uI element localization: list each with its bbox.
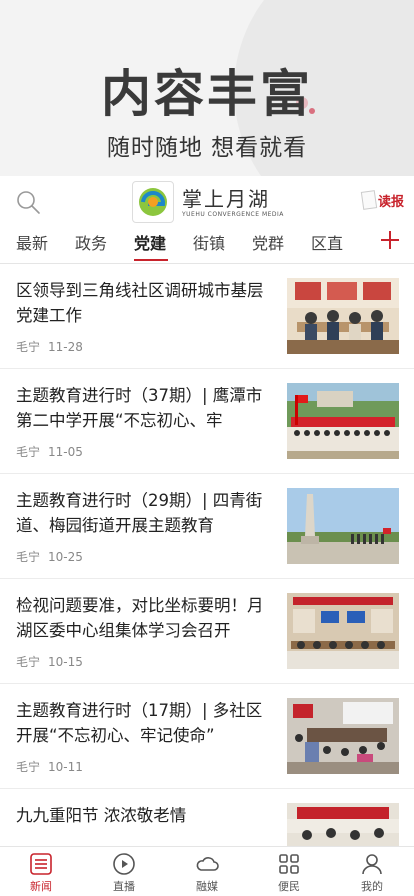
promo-headline: 内容丰富 bbox=[101, 65, 313, 123]
bottom-navigation: 新闻 直播 融媒 便民 我的 bbox=[0, 846, 414, 896]
news-meta: 毛宁 11-28 bbox=[16, 338, 83, 355]
news-list-icon bbox=[30, 853, 52, 875]
logo-subtitle: YUEHU CONVERGENCE MEDIA bbox=[182, 210, 284, 218]
news-meta: 毛宁 10-11 bbox=[16, 758, 83, 775]
nav-live-label: 直播 bbox=[113, 880, 135, 893]
news-thumbnail[interactable] bbox=[287, 593, 399, 669]
active-tab-indicator bbox=[134, 259, 168, 261]
nav-news-label: 新闻 bbox=[30, 880, 52, 893]
logo-title: 掌上月湖 bbox=[182, 186, 270, 211]
app-logo: 掌上月湖 YUEHU CONVERGENCE MEDIA bbox=[132, 180, 292, 224]
news-title: 主题教育进行时（29期）| 四青街道、梅园街道开展主题教育 bbox=[16, 491, 263, 535]
promo-tagline: 随时随地 想看就看 bbox=[106, 135, 308, 161]
news-item[interactable]: 区领导到三角线社区调研城市基层党建工作 毛宁 11-28 bbox=[0, 264, 414, 369]
app-bar: 掌上月湖 YUEHU CONVERGENCE MEDIA 读报 bbox=[0, 176, 414, 226]
news-thumbnail[interactable] bbox=[287, 278, 399, 354]
news-date: 11-05 bbox=[48, 445, 83, 459]
cloud-icon bbox=[196, 857, 219, 871]
news-title: 主题教育进行时（17期）| 多社区开展“不忘初心、牢记使命” bbox=[16, 701, 263, 745]
read-paper-button[interactable]: 读报 bbox=[360, 188, 404, 212]
tab-government[interactable]: 政务 bbox=[75, 230, 107, 254]
news-date: 11-28 bbox=[48, 340, 83, 354]
read-paper-label: 读报 bbox=[377, 194, 404, 210]
news-title: 九九重阳节 浓浓敬老情 bbox=[16, 806, 187, 825]
logo-emblem-icon bbox=[132, 181, 174, 223]
news-source: 毛宁 bbox=[16, 550, 41, 564]
tab-party-building[interactable]: 党建 bbox=[134, 230, 166, 254]
news-date: 10-15 bbox=[48, 655, 83, 669]
news-title: 检视问题要准，对比坐标要明！月湖区委中心组集体学习会召开 bbox=[16, 596, 264, 640]
grid-icon bbox=[279, 854, 299, 874]
nav-media-label: 融媒 bbox=[196, 880, 218, 893]
nav-mine[interactable]: 我的 bbox=[342, 851, 402, 894]
news-date: 10-25 bbox=[48, 550, 83, 564]
news-thumbnail[interactable] bbox=[287, 383, 399, 459]
search-icon[interactable] bbox=[14, 188, 42, 216]
user-icon bbox=[362, 854, 382, 875]
nav-mine-label: 我的 bbox=[361, 880, 383, 893]
news-meta: 毛宁 11-05 bbox=[16, 443, 83, 460]
tab-latest[interactable]: 最新 bbox=[16, 230, 48, 254]
nav-media[interactable]: 融媒 bbox=[177, 851, 237, 894]
nav-services[interactable]: 便民 bbox=[259, 851, 319, 894]
tab-streets[interactable]: 街镇 bbox=[193, 230, 225, 254]
add-channel-icon[interactable] bbox=[380, 230, 400, 250]
news-meta: 毛宁 10-25 bbox=[16, 548, 83, 565]
news-date: 10-11 bbox=[48, 760, 83, 774]
news-title: 主题教育进行时（37期）| 鹰潭市第二中学开展“不忘初心、牢 bbox=[16, 386, 263, 430]
promo-banner: 内容丰富 随时随地 想看就看 bbox=[0, 0, 414, 176]
news-source: 毛宁 bbox=[16, 445, 41, 459]
channel-tabs: 最新 政务 党建 街镇 党群 区直 bbox=[0, 226, 414, 264]
news-source: 毛宁 bbox=[16, 760, 41, 774]
news-source: 毛宁 bbox=[16, 340, 41, 354]
news-item[interactable]: 主题教育进行时（29期）| 四青街道、梅园街道开展主题教育 毛宁 10-25 bbox=[0, 474, 414, 579]
nav-services-label: 便民 bbox=[278, 880, 300, 893]
news-item[interactable]: 主题教育进行时（17期）| 多社区开展“不忘初心、牢记使命” 毛宁 10-11 bbox=[0, 684, 414, 789]
news-item[interactable]: 检视问题要准，对比坐标要明！月湖区委中心组集体学习会召开 毛宁 10-15 bbox=[0, 579, 414, 684]
newspaper-icon bbox=[360, 190, 378, 210]
news-source: 毛宁 bbox=[16, 655, 41, 669]
news-item[interactable]: 主题教育进行时（37期）| 鹰潭市第二中学开展“不忘初心、牢 毛宁 11-05 bbox=[0, 369, 414, 474]
play-icon bbox=[113, 853, 135, 875]
nav-news[interactable]: 新闻 bbox=[11, 851, 71, 894]
news-title: 区领导到三角线社区调研城市基层党建工作 bbox=[16, 281, 264, 325]
news-thumbnail[interactable] bbox=[287, 488, 399, 564]
nav-live[interactable]: 直播 bbox=[94, 851, 154, 894]
news-meta: 毛宁 10-15 bbox=[16, 653, 83, 670]
tab-district-direct[interactable]: 区直 bbox=[311, 230, 343, 254]
news-thumbnail[interactable] bbox=[287, 698, 399, 774]
tab-party-masses[interactable]: 党群 bbox=[252, 230, 284, 254]
